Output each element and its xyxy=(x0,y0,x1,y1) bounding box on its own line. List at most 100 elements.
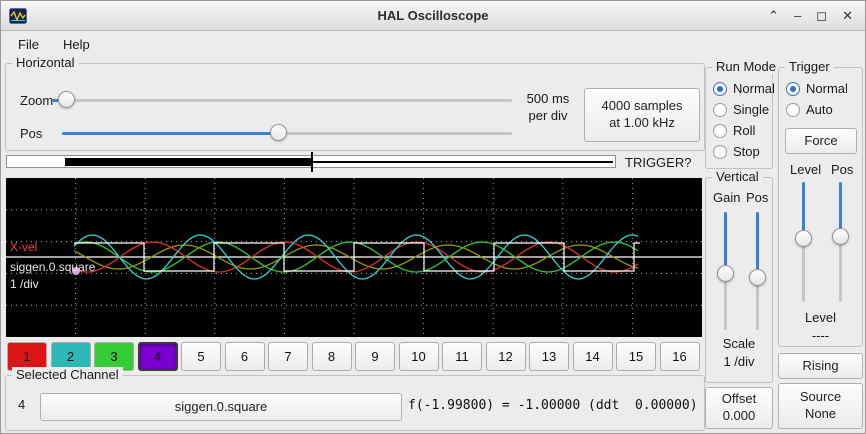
radio-label: Roll xyxy=(733,123,755,138)
vertical-pos-slider-handle[interactable] xyxy=(749,269,766,286)
trigger-source-value: None xyxy=(805,406,836,423)
scale-per-div-label: 1 /div xyxy=(10,277,39,291)
vertical-pos-label: Pos xyxy=(746,190,768,205)
force-button[interactable]: Force xyxy=(785,128,857,154)
menu-bar: File Help xyxy=(1,31,865,58)
zoom-slider-handle[interactable] xyxy=(58,91,75,108)
run-mode-roll[interactable]: Roll xyxy=(713,123,755,138)
trigger-pos-label: Pos xyxy=(831,162,853,177)
maximize-icon[interactable]: ◻ xyxy=(816,1,827,31)
selected-channel-title: Selected Channel xyxy=(12,367,123,382)
pos-slider[interactable] xyxy=(62,124,512,142)
samples-line2: at 1.00 kHz xyxy=(609,115,675,132)
gain-slider-fill xyxy=(724,212,727,273)
window-title: HAL Oscilloscope xyxy=(1,8,865,23)
vertical-group: Vertical Gain Pos Scale 1 /div xyxy=(705,177,773,383)
pos-slider-fill xyxy=(62,132,278,135)
trigger-source-button[interactable]: Source None xyxy=(778,383,863,429)
gain-label: Gain xyxy=(713,190,740,205)
trigger-level-handle[interactable] xyxy=(795,230,812,247)
channel-button-8[interactable]: 8 xyxy=(312,342,352,371)
trigger-pos-slider[interactable] xyxy=(831,182,849,302)
channel-button-16[interactable]: 16 xyxy=(660,342,700,371)
offset-label: Offset xyxy=(722,391,756,408)
radio-icon xyxy=(713,82,727,96)
trigger-pos-handle[interactable] xyxy=(832,228,849,245)
channel1-trace-label: X-vel xyxy=(10,240,37,254)
trigger-level-readout-label: Level xyxy=(779,310,862,325)
samples-line1: 4000 samples xyxy=(602,98,683,115)
radio-icon xyxy=(713,145,727,159)
channel-button-6[interactable]: 6 xyxy=(225,342,265,371)
run-mode-group: Run Mode Normal Single Roll Stop xyxy=(705,67,773,169)
channel-button-12[interactable]: 12 xyxy=(486,342,526,371)
pos-label: Pos xyxy=(20,126,42,141)
zoom-slider[interactable] xyxy=(52,91,512,109)
offset-button[interactable]: Offset 0.000 xyxy=(705,387,773,429)
hal-oscilloscope-window: HAL Oscilloscope ⌃ – ◻ ✕ File Help Horiz… xyxy=(0,0,866,434)
menu-file[interactable]: File xyxy=(9,34,48,55)
trigger-level-slider[interactable] xyxy=(794,182,812,302)
radio-label: Single xyxy=(733,102,769,117)
trigger-normal[interactable]: Normal xyxy=(786,81,848,96)
radio-icon xyxy=(713,103,727,117)
selected-channel-name-button[interactable]: siggen.0.square xyxy=(40,393,402,421)
radio-icon xyxy=(713,124,727,138)
trigger-auto[interactable]: Auto xyxy=(786,102,833,117)
minimize-icon[interactable]: – xyxy=(794,1,801,31)
vertical-pos-slider-fill xyxy=(756,212,759,277)
offset-value: 0.000 xyxy=(723,408,756,425)
channel-button-11[interactable]: 11 xyxy=(442,342,482,371)
scale-value: 1 /div xyxy=(706,354,772,369)
trigger-position-marker[interactable] xyxy=(311,152,313,172)
time-per-div-value: 500 ms xyxy=(516,90,580,107)
selected-trace-label: siggen.0.square xyxy=(10,260,95,274)
scope-display: X-vel siggen.0.square 1 /div xyxy=(6,178,702,337)
trigger-status-label: TRIGGER? xyxy=(625,155,691,170)
samples-button[interactable]: 4000 samples at 1.00 kHz xyxy=(584,88,700,142)
run-mode-title: Run Mode xyxy=(712,59,780,74)
pos-slider-handle[interactable] xyxy=(270,124,287,141)
radio-label: Normal xyxy=(806,81,848,96)
menu-help[interactable]: Help xyxy=(54,34,99,55)
radio-label: Auto xyxy=(806,102,833,117)
vertical-pos-slider[interactable] xyxy=(748,212,766,330)
scale-label: Scale xyxy=(706,336,772,351)
run-mode-normal[interactable]: Normal xyxy=(713,81,775,96)
channel-button-13[interactable]: 13 xyxy=(529,342,569,371)
trigger-edge-button[interactable]: Rising xyxy=(778,353,863,379)
channel-button-5[interactable]: 5 xyxy=(181,342,221,371)
trigger-title: Trigger xyxy=(785,59,834,74)
zoom-slider-trough xyxy=(52,99,512,102)
run-mode-stop[interactable]: Stop xyxy=(713,144,760,159)
channel-button-15[interactable]: 15 xyxy=(616,342,656,371)
waveform-plot xyxy=(6,178,702,337)
vertical-title: Vertical xyxy=(712,169,763,184)
visible-window-bar xyxy=(65,158,312,166)
close-icon[interactable]: ✕ xyxy=(842,1,853,31)
trigger-level-label: Level xyxy=(790,162,821,177)
app-icon xyxy=(9,7,27,25)
channel-button-7[interactable]: 7 xyxy=(268,342,308,371)
channel-button-9[interactable]: 9 xyxy=(355,342,395,371)
radio-icon xyxy=(786,103,800,117)
radio-label: Stop xyxy=(733,144,760,159)
trigger-group: Trigger Normal Auto Force Level Pos Leve… xyxy=(778,67,863,347)
horizontal-group: Horizontal Zoom 500 ms per div 4000 samp… xyxy=(5,63,705,151)
zoom-label: Zoom xyxy=(20,93,53,108)
gain-slider[interactable] xyxy=(716,212,734,330)
channel-button-10[interactable]: 10 xyxy=(399,342,439,371)
record-position-bar[interactable] xyxy=(6,155,616,168)
selected-channel-group: Selected Channel 4 siggen.0.square f(-1.… xyxy=(5,375,705,431)
shade-icon[interactable]: ⌃ xyxy=(768,1,779,31)
trigger-level-readout-value: ---- xyxy=(779,328,862,343)
trigger-source-label: Source xyxy=(800,389,841,406)
channel-button-4[interactable]: 4 xyxy=(138,342,178,371)
title-bar[interactable]: HAL Oscilloscope ⌃ – ◻ ✕ xyxy=(1,1,865,31)
gain-slider-handle[interactable] xyxy=(717,265,734,282)
run-mode-single[interactable]: Single xyxy=(713,102,769,117)
selected-channel-number: 4 xyxy=(18,397,25,412)
channel-button-14[interactable]: 14 xyxy=(573,342,613,371)
window-controls: ⌃ – ◻ ✕ xyxy=(768,1,865,31)
horizontal-group-title: Horizontal xyxy=(12,55,79,70)
